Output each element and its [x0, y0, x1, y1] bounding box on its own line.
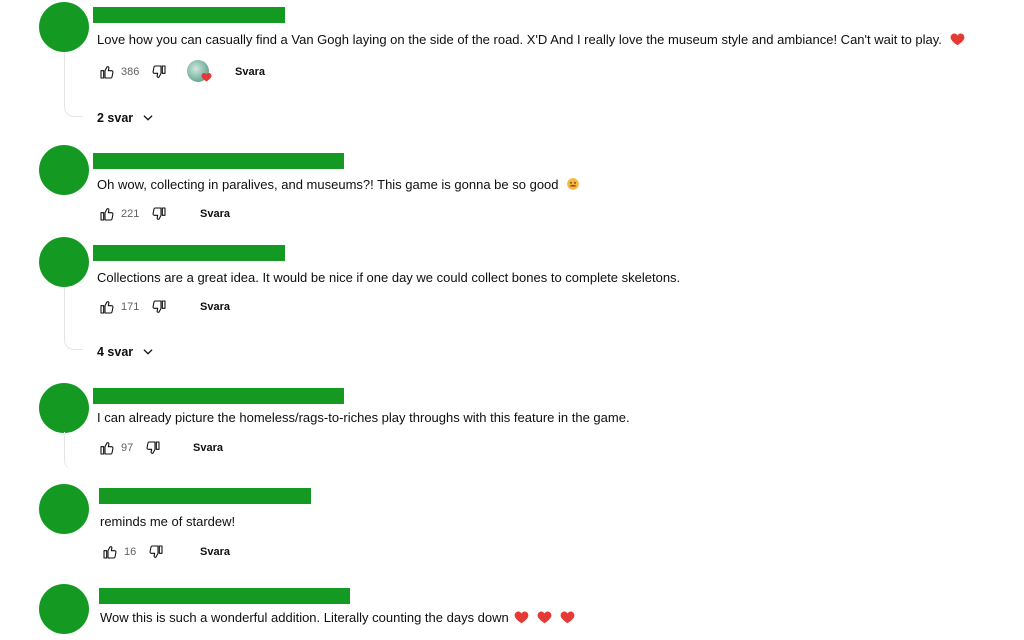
- comment-text-content: Collections are a great idea. It would b…: [97, 270, 681, 285]
- avatar[interactable]: [39, 484, 89, 534]
- thumbs-up-icon[interactable]: [97, 62, 117, 82]
- author-name-redacted[interactable]: [93, 388, 344, 404]
- comment-text: I can already picture the homeless/rags-…: [97, 409, 630, 427]
- comment-text: Collections are a great idea. It would b…: [97, 269, 680, 287]
- replies-toggle[interactable]: 2 svar: [97, 111, 155, 125]
- comment-text: Oh wow, collecting in paralives, and mus…: [97, 176, 580, 194]
- thumbs-up-icon[interactable]: [97, 204, 117, 224]
- like-count: 97: [121, 442, 134, 454]
- creator-heart-badge: [187, 60, 213, 86]
- comment-actions: 221: [97, 203, 169, 225]
- reply-button[interactable]: Svara: [235, 66, 265, 78]
- thumbs-down-icon[interactable]: [149, 62, 169, 82]
- comment-text-content: reminds me of stardew!: [100, 514, 236, 529]
- author-name-redacted[interactable]: [99, 488, 311, 504]
- reply-button[interactable]: Svara: [200, 301, 230, 313]
- comment-actions: 386: [97, 61, 169, 83]
- reply-button[interactable]: Svara: [200, 546, 230, 558]
- avatar[interactable]: [39, 2, 89, 52]
- like-count: 171: [121, 301, 140, 313]
- thread-line: [64, 52, 83, 117]
- avatar[interactable]: [39, 237, 89, 287]
- like-count: 16: [124, 546, 137, 558]
- thread-line: [64, 287, 83, 350]
- comment-text-content: Oh wow, collecting in paralives, and mus…: [97, 177, 559, 192]
- avatar[interactable]: [39, 584, 89, 634]
- comment-text-content: Wow this is such a wonderful addition. L…: [100, 610, 509, 625]
- heart-icon: [515, 611, 529, 624]
- avatar[interactable]: [39, 145, 89, 195]
- like-count: 221: [121, 208, 140, 220]
- replies-count: 4 svar: [97, 345, 134, 359]
- author-name-redacted[interactable]: [93, 245, 285, 261]
- replies-count: 2 svar: [97, 111, 134, 125]
- thumbs-up-icon[interactable]: [97, 438, 117, 458]
- heart-icon: [537, 611, 552, 624]
- comment-text-content: I can already picture the homeless/rags-…: [97, 410, 630, 425]
- avatar[interactable]: [39, 383, 89, 433]
- comment-text: Wow this is such a wonderful addition. L…: [100, 609, 575, 627]
- chevron-down-icon: [143, 349, 153, 355]
- comment-actions: 171: [97, 296, 169, 318]
- comment-text: reminds me of stardew!: [100, 513, 235, 531]
- heart-icon: [950, 33, 964, 46]
- thumbs-down-icon[interactable]: [149, 297, 169, 317]
- emoji-face-icon: [567, 178, 579, 190]
- comment-actions: 16: [100, 541, 166, 563]
- thumbs-up-icon[interactable]: [97, 297, 117, 317]
- chevron-down-icon: [143, 115, 153, 121]
- thread-line: [64, 432, 83, 470]
- replies-toggle[interactable]: 4 svar: [97, 345, 155, 359]
- heart-icon: [201, 72, 212, 82]
- like-count: 386: [121, 66, 140, 78]
- comment-actions: 97: [97, 437, 163, 459]
- thumbs-down-icon[interactable]: [149, 204, 169, 224]
- thumbs-down-icon[interactable]: [146, 542, 166, 562]
- comment-text-content: Love how you can casually find a Van Gog…: [97, 32, 942, 47]
- thumbs-up-icon[interactable]: [100, 542, 120, 562]
- author-name-redacted[interactable]: [93, 153, 344, 169]
- heart-icon: [560, 611, 575, 624]
- author-name-redacted[interactable]: [93, 7, 285, 23]
- reply-button[interactable]: Svara: [200, 208, 230, 220]
- author-name-redacted[interactable]: [99, 588, 350, 604]
- reply-button[interactable]: Svara: [193, 442, 223, 454]
- thumbs-down-icon[interactable]: [143, 438, 163, 458]
- comment-text: Love how you can casually find a Van Gog…: [97, 31, 965, 49]
